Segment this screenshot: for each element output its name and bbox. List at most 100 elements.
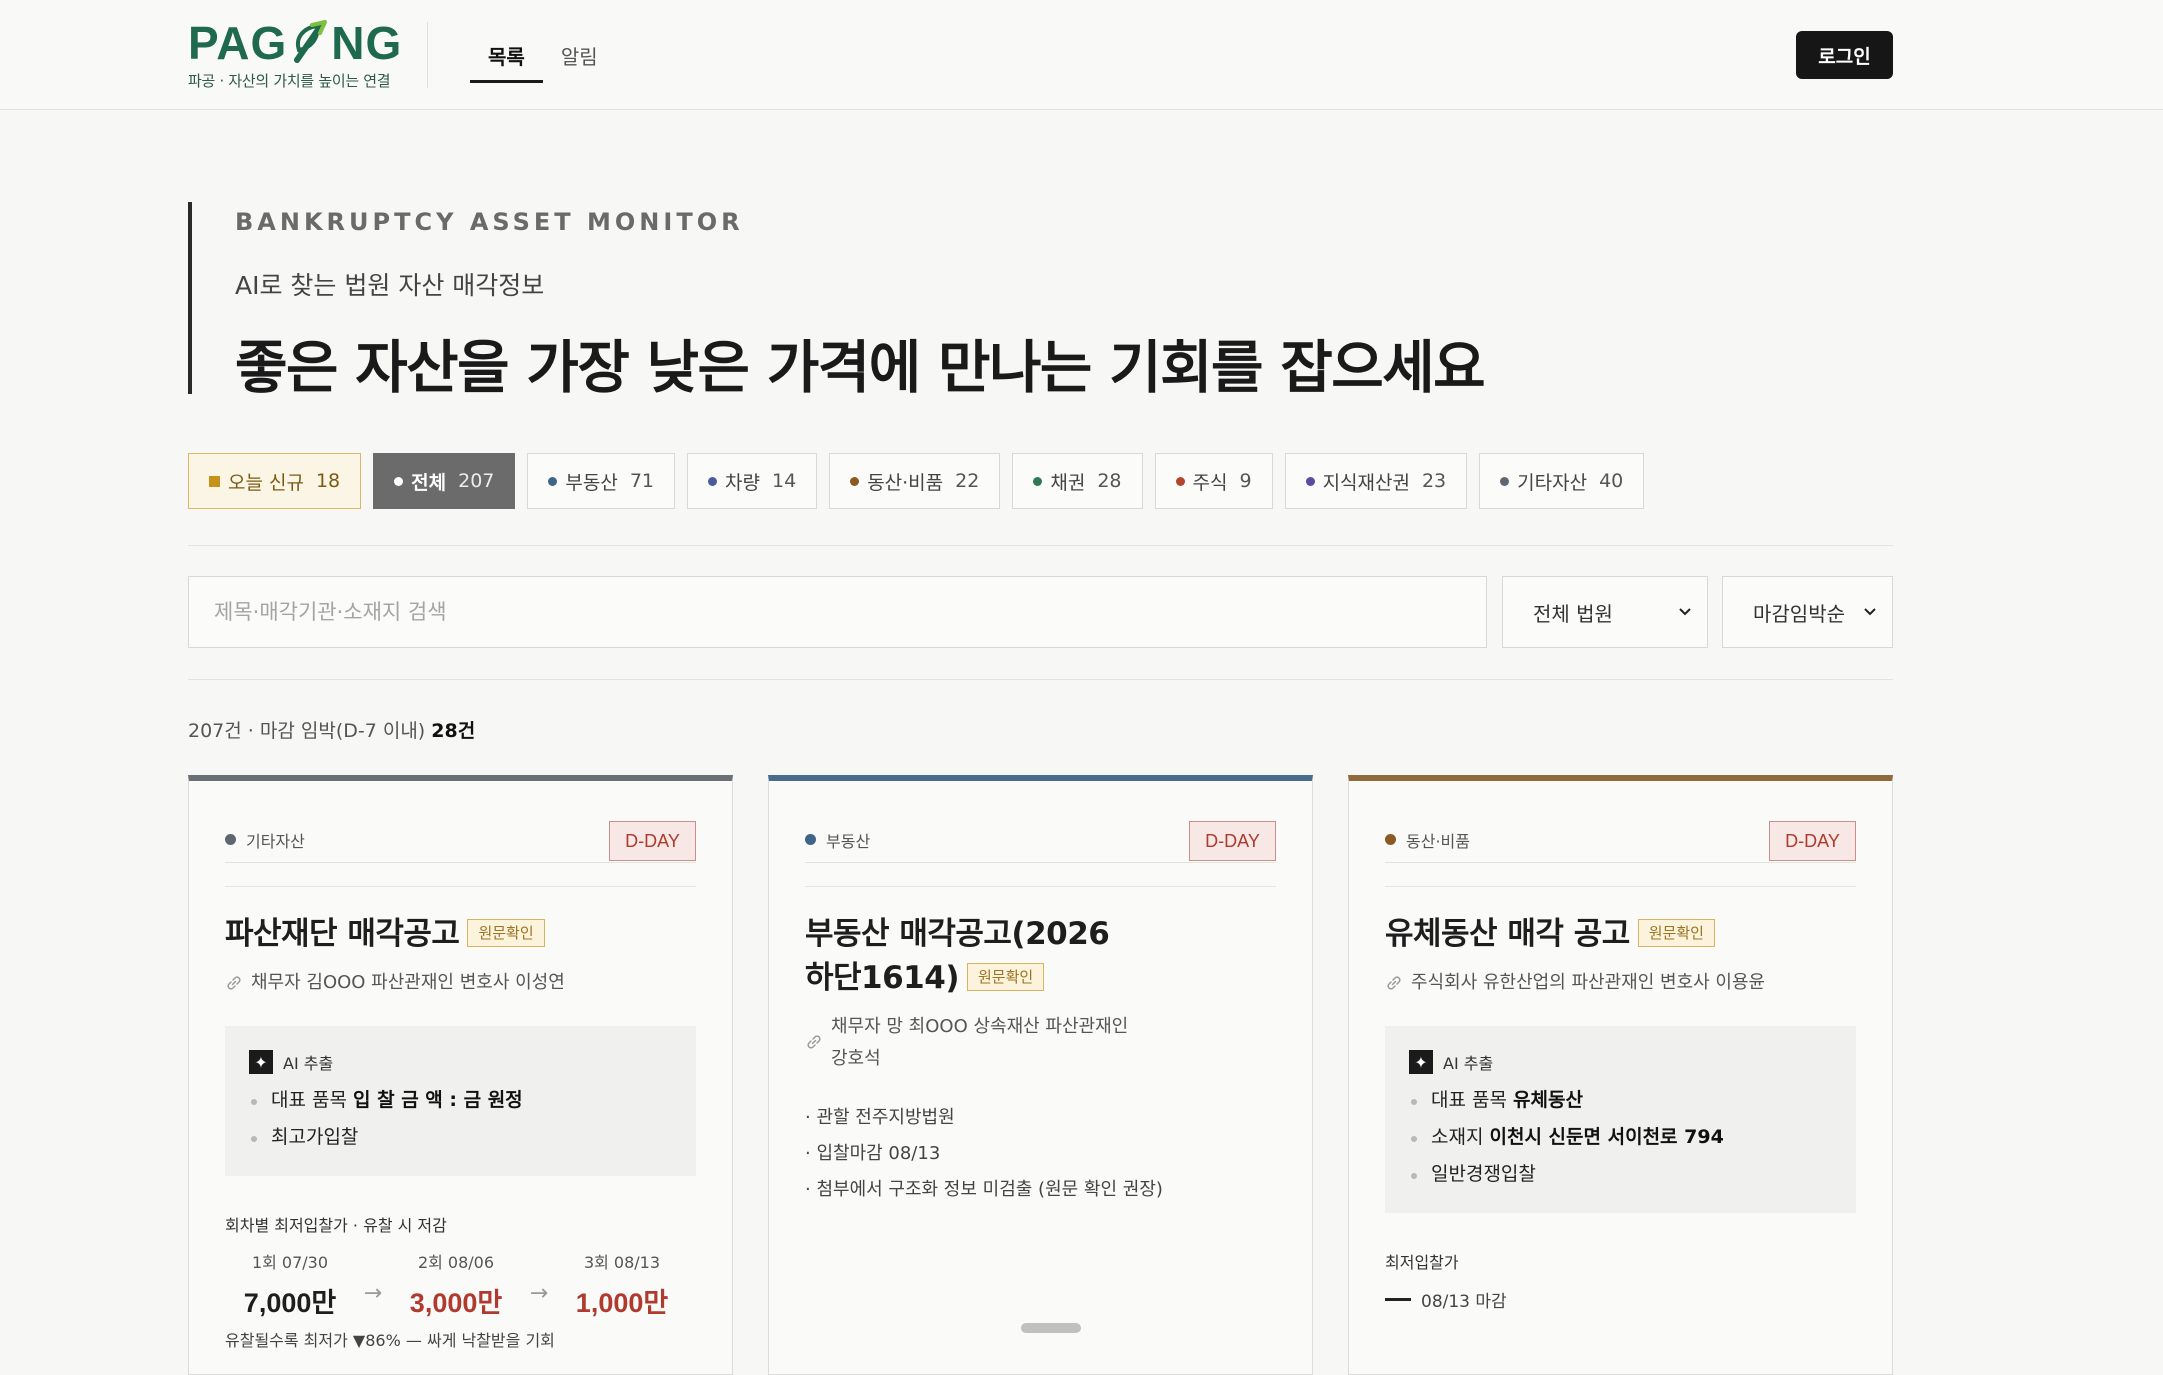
dot-icon bbox=[394, 476, 404, 486]
card-title-text: 유체동산 매각 공고 bbox=[1385, 916, 1630, 952]
chevron-down-icon bbox=[1679, 608, 1691, 616]
chip-label: 기타자산 bbox=[1517, 471, 1588, 494]
arrow-right-icon: → bbox=[363, 1281, 383, 1306]
chip-bonds[interactable]: 채권 28 bbox=[1012, 453, 1143, 509]
sparkle-icon: ✦ bbox=[1409, 1050, 1433, 1074]
asset-card[interactable]: 동산·비품 D-DAY 유체동산 매각 공고 원문확인 주식회사 유한산업의 파산… bbox=[1348, 775, 1893, 1375]
card-category-label: 기타자산 bbox=[246, 831, 305, 851]
chip-count: 40 bbox=[1599, 470, 1624, 492]
card-meta-list: · 관할 전주지방법원 · 입찰마감 08/13 · 첨부에서 구조화 정보 미… bbox=[805, 1100, 1276, 1208]
card-title-text: 파산재단 매각공고 bbox=[225, 916, 460, 952]
chip-stocks[interactable]: 주식 9 bbox=[1154, 453, 1273, 509]
card-title-line: 부동산 매각공고(2026 bbox=[805, 916, 1110, 952]
asset-card[interactable]: 기타자산 D-DAY 파산재단 매각공고 원문확인 채무자 김OOO 파산관재인 … bbox=[188, 775, 733, 1375]
chip-movables[interactable]: 동산·비품 22 bbox=[829, 453, 1001, 509]
card-debtor: 주식회사 유한산업의 파산관재인 변호사 이용윤 bbox=[1385, 967, 1856, 999]
search-input[interactable] bbox=[188, 576, 1487, 648]
ai-label-text: AI 추출 bbox=[1443, 1054, 1494, 1073]
hero: BANKRUPTCY ASSET MONITOR AI로 찾는 법원 자산 매각… bbox=[188, 202, 1486, 401]
court-select[interactable]: 전체 법원 bbox=[1502, 576, 1708, 648]
original-check-badge[interactable]: 원문확인 bbox=[467, 918, 545, 947]
logo[interactable]: PAG NG 파공 · 자산의 가치를 높이는 연결 bbox=[188, 16, 402, 91]
sparkle-icon: ✦ bbox=[249, 1050, 273, 1074]
card-header-divider bbox=[225, 886, 696, 887]
dot-icon bbox=[850, 476, 860, 486]
chip-label: 오늘 신규 bbox=[228, 471, 304, 494]
chip-all[interactable]: 전체 207 bbox=[373, 453, 516, 509]
ai-extract-box: ✦ AI 추출 대표 품목 유체동산 소재지 이천시 신둔면 서이천로 794 … bbox=[1385, 1026, 1856, 1213]
main-nav: 목록 알림 bbox=[470, 0, 616, 110]
card-title[interactable]: 파산재단 매각공고 원문확인 bbox=[225, 912, 696, 956]
list-item: 대표 품목 유체동산 bbox=[1409, 1082, 1832, 1119]
chip-label: 차량 bbox=[725, 471, 760, 494]
ai-extract-list: 대표 품목 유체동산 소재지 이천시 신둔면 서이천로 794 일반경쟁입찰 bbox=[1409, 1082, 1832, 1193]
chip-label: 전체 bbox=[411, 471, 447, 494]
logo-tagline: 파공 · 자산의 가치를 높이는 연결 bbox=[188, 72, 391, 90]
card-category-label: 동산·비품 bbox=[1406, 831, 1470, 851]
chip-label: 동산·비품 bbox=[867, 471, 944, 494]
logo-text-left: PAG bbox=[188, 17, 288, 69]
chip-ip[interactable]: 지식재산권 23 bbox=[1284, 453, 1468, 509]
chip-vehicle[interactable]: 차량 14 bbox=[687, 453, 818, 509]
arrow-right-icon: → bbox=[529, 1281, 549, 1306]
card-category: 기타자산 bbox=[225, 828, 305, 852]
dot-icon bbox=[548, 476, 558, 486]
ai-extract-list: 대표 품목 입 찰 금 액 : 금 원정 최고가입찰 bbox=[249, 1082, 672, 1156]
sort-select-value: 마감임박순 bbox=[1753, 601, 1845, 626]
ai-extract-box: ✦ AI 추출 대표 품목 입 찰 금 액 : 금 원정 최고가입찰 bbox=[225, 1026, 696, 1176]
price-label: 회차별 최저입찰가 · 유찰 시 저감 bbox=[225, 1216, 447, 1235]
nav-item-list[interactable]: 목록 bbox=[470, 0, 543, 110]
chip-other-assets[interactable]: 기타자산 40 bbox=[1479, 453, 1645, 509]
ai-item-value: 이천시 신둔면 서이천로 794 bbox=[1489, 1126, 1724, 1148]
chip-count: 71 bbox=[629, 470, 655, 492]
ai-item-key: 대표 품목 bbox=[1431, 1089, 1507, 1111]
card-category: 부동산 bbox=[805, 828, 870, 852]
round-item: 2회 08/06 3,000만 bbox=[391, 1249, 521, 1320]
nav-item-alerts[interactable]: 알림 bbox=[543, 0, 616, 110]
chip-label: 채권 bbox=[1050, 471, 1086, 494]
login-button[interactable]: 로그인 bbox=[1796, 31, 1893, 79]
round-item: 3회 08/13 1,000만 bbox=[557, 1249, 687, 1320]
hero-title: 좋은 자산을 가장 낮은 가격에 만나는 기회를 잡으세요 bbox=[235, 335, 1486, 401]
dot-icon bbox=[1500, 476, 1510, 486]
dot-icon bbox=[708, 476, 718, 486]
original-check-badge[interactable]: 원문확인 bbox=[967, 962, 1045, 991]
round-date: 2회 08/06 bbox=[417, 1253, 495, 1272]
hero-subtitle: AI로 찾는 법원 자산 매각정보 bbox=[235, 271, 545, 300]
imminent-count: 28건 bbox=[431, 720, 476, 742]
card-category-label: 부동산 bbox=[826, 831, 871, 851]
list-item: · 입찰마감 08/13 bbox=[805, 1143, 941, 1164]
dot-icon bbox=[1385, 834, 1396, 845]
card-debtor-text: 채무자 김OOO 파산관재인 변호사 이성연 bbox=[251, 972, 565, 993]
round-price: 7,000만 bbox=[243, 1288, 337, 1318]
link-icon bbox=[227, 976, 241, 990]
category-filter: 오늘 신규 18 전체 207 부동산 71 차량 14 동산·비품 22 채권… bbox=[188, 453, 1645, 509]
asset-card[interactable]: 부동산 D-DAY 부동산 매각공고(2026 하단1614) 원문확인 채무자 … bbox=[768, 775, 1313, 1375]
card-title[interactable]: 유체동산 매각 공고 원문확인 bbox=[1385, 912, 1856, 956]
original-check-badge[interactable]: 원문확인 bbox=[1637, 918, 1715, 947]
ai-item-value: 최고가입찰 bbox=[271, 1126, 359, 1148]
chip-label: 주식 bbox=[1192, 471, 1228, 494]
section-divider bbox=[188, 679, 1893, 680]
dot-icon bbox=[1175, 476, 1185, 486]
sort-select[interactable]: 마감임박순 bbox=[1722, 576, 1893, 648]
dash-icon bbox=[1385, 1298, 1411, 1301]
chip-count: 22 bbox=[955, 470, 980, 492]
chip-today-new[interactable]: 오늘 신규 18 bbox=[188, 453, 362, 509]
ai-item-key: 소재지 bbox=[1431, 1126, 1484, 1148]
card-header-divider bbox=[805, 886, 1276, 887]
round-item: 1회 07/30 7,000만 bbox=[225, 1249, 355, 1320]
card-title-line: 하단1614) bbox=[805, 960, 960, 996]
round-price: 1,000만 bbox=[575, 1288, 669, 1318]
scroll-handle[interactable] bbox=[1021, 1323, 1081, 1333]
dot-icon bbox=[225, 834, 236, 845]
card-title[interactable]: 부동산 매각공고(2026 하단1614) 원문확인 bbox=[805, 912, 1276, 1000]
card-category: 동산·비품 bbox=[1385, 828, 1470, 852]
list-item: 소재지 이천시 신둔면 서이천로 794 bbox=[1409, 1119, 1832, 1156]
deadline-line: 08/13 마감 bbox=[1385, 1287, 1507, 1312]
list-item: 일반경쟁입찰 bbox=[1409, 1156, 1832, 1193]
price-label: 최저입찰가 bbox=[1385, 1253, 1459, 1272]
chip-real-estate[interactable]: 부동산 71 bbox=[527, 453, 676, 509]
hero-eyebrow: BANKRUPTCY ASSET MONITOR bbox=[235, 208, 744, 236]
logo-wordmark: PAG NG bbox=[188, 16, 402, 70]
